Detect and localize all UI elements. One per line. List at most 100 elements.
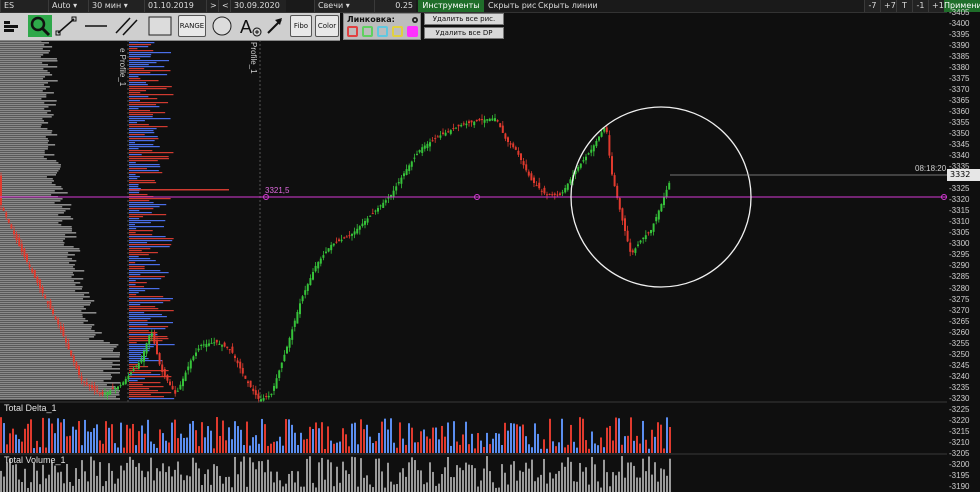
- delta-bar: [339, 441, 341, 453]
- delta-bar: [399, 422, 401, 453]
- profile-bar: [129, 146, 160, 148]
- profile-label-1: e Profile_1: [118, 48, 127, 87]
- text-tool[interactable]: A: [238, 15, 262, 37]
- volume-bar: [603, 459, 605, 492]
- profile-bar: [129, 166, 161, 168]
- profile-bar: [0, 334, 96, 336]
- profile-bar: [129, 228, 137, 230]
- profile-bar: [0, 318, 86, 320]
- link-color-swatch[interactable]: [392, 26, 403, 37]
- price-tick-label: -3345: [949, 140, 970, 150]
- link-color-swatch[interactable]: [347, 26, 358, 37]
- volume-bar: [324, 479, 326, 492]
- profile-bar: [129, 178, 138, 180]
- horizontal-line-icon: [85, 25, 107, 27]
- profile-bar: [129, 42, 155, 44]
- delta-bar: [663, 448, 665, 453]
- candle-body: [582, 160, 585, 162]
- delta-bar: [198, 446, 200, 453]
- profile-bar: [129, 64, 149, 66]
- candle-body: [275, 378, 278, 389]
- candle-body: [137, 362, 140, 369]
- volume-bar: [393, 484, 395, 492]
- delete-all-drawings-label: Удалить все рис.: [432, 15, 496, 23]
- candle-body: [72, 355, 75, 362]
- profile-bar: [129, 380, 138, 382]
- delta-bar: [438, 439, 440, 453]
- profile-bar: [0, 202, 55, 204]
- link-color-swatch[interactable]: [407, 26, 418, 37]
- volume-bar: [288, 473, 290, 492]
- profile-bar: [0, 114, 54, 116]
- candle-body: [468, 121, 470, 123]
- profile-bar: [129, 308, 159, 310]
- delta-bar: [3, 423, 5, 453]
- candle-body: [241, 367, 244, 374]
- volume-bar: [402, 468, 404, 492]
- profile-bar: [0, 106, 49, 108]
- price-chart[interactable]: 3321,5 08:18:20 e Profile_1 Profile_1: [0, 0, 980, 492]
- profile-bar: [0, 42, 49, 44]
- volume-bar: [561, 462, 563, 492]
- volume-bar: [69, 481, 71, 492]
- profile-bar: [129, 156, 169, 158]
- profile-bar: [129, 214, 167, 216]
- volume-bar: [144, 477, 146, 492]
- profile-bar: [0, 392, 120, 394]
- zoom-tool[interactable]: [28, 15, 52, 37]
- candle-body: [475, 119, 478, 122]
- profile-bar: [129, 316, 167, 318]
- profile-bar: [129, 262, 136, 264]
- candle-body: [312, 272, 314, 280]
- candle-body: [91, 385, 93, 389]
- price-axis[interactable]: -3405 -3400 -3395 -3390 -3385 -3380 -3375 -3370…: [947, 8, 980, 492]
- profile-bar: [129, 92, 141, 94]
- volume-bar: [507, 484, 509, 492]
- volume-bar: [423, 484, 425, 492]
- price-tick-label: -3370: [949, 85, 970, 95]
- color-button[interactable]: Color: [315, 15, 339, 37]
- delta-bar: [213, 448, 215, 453]
- ellipse-tool[interactable]: [208, 15, 236, 37]
- segment-tool[interactable]: [54, 15, 78, 37]
- delta-bar: [270, 443, 272, 453]
- candle-body: [299, 303, 301, 315]
- volume-bar: [15, 464, 17, 492]
- candle-body: [634, 248, 637, 253]
- volume-bar: [3, 476, 5, 492]
- channel-tool[interactable]: [112, 15, 142, 37]
- volume-bar: [195, 462, 197, 492]
- gear-icon[interactable]: [410, 15, 420, 25]
- link-color-swatch[interactable]: [362, 26, 373, 37]
- volume-bar: [585, 467, 587, 492]
- candle-body: [356, 228, 359, 234]
- delta-bar: [336, 442, 338, 453]
- candle-body: [410, 161, 413, 167]
- profile-tool[interactable]: [2, 15, 26, 37]
- hline-tool[interactable]: [82, 15, 110, 37]
- link-color-swatch[interactable]: [377, 26, 388, 37]
- fibo-button[interactable]: Fibo: [290, 15, 312, 37]
- volume-bar: [246, 486, 248, 492]
- arrow-icon: [267, 18, 282, 34]
- candle-body: [33, 270, 36, 278]
- delta-bar: [147, 419, 149, 453]
- delta-bar: [618, 418, 620, 453]
- volume-bar: [315, 487, 317, 492]
- price-tick-label: -3405: [949, 8, 970, 17]
- candle-body: [124, 379, 127, 384]
- candle-body: [288, 338, 291, 348]
- range-button[interactable]: RANGE: [178, 15, 206, 37]
- rectangle-tool[interactable]: [146, 15, 174, 37]
- profile-bar: [129, 94, 174, 96]
- profile-bar: [0, 70, 48, 72]
- candle-body: [663, 196, 665, 206]
- profile-bar: [0, 50, 51, 52]
- arrow-tool[interactable]: [264, 15, 286, 37]
- profile-bar: [129, 200, 150, 202]
- delete-all-drawings-button[interactable]: Удалить все рис.: [424, 13, 504, 25]
- volume-bar: [531, 459, 533, 492]
- profile-bar: [0, 88, 46, 90]
- delete-all-dp-button[interactable]: Удалить все DP: [424, 27, 504, 39]
- profile-bar: [0, 54, 44, 56]
